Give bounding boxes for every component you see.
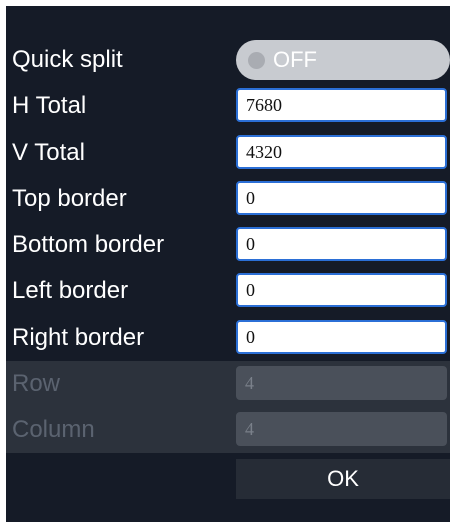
quick-split-toggle[interactable]: OFF bbox=[236, 40, 450, 80]
left-border-input[interactable] bbox=[236, 273, 447, 307]
top-border-input[interactable] bbox=[236, 181, 447, 215]
ok-button[interactable]: OK bbox=[236, 459, 450, 499]
bottom-border-label: Bottom border bbox=[12, 231, 165, 258]
v-total-label: V Total bbox=[12, 139, 85, 166]
column-count-label: Column bbox=[12, 416, 95, 443]
left-border-label: Left border bbox=[12, 277, 129, 304]
quick-split-label: Quick split bbox=[12, 46, 123, 73]
row-count-input bbox=[236, 366, 447, 400]
right-border-label: Right border bbox=[12, 324, 145, 351]
toggle-knob-icon bbox=[248, 52, 265, 69]
right-border-input[interactable] bbox=[236, 320, 447, 354]
right-border-row: Right border bbox=[6, 315, 450, 361]
h-total-label: H Total bbox=[12, 92, 87, 119]
row-count-row: Row bbox=[6, 361, 450, 407]
column-count-row: Column bbox=[6, 407, 450, 453]
top-border-row: Top border bbox=[6, 176, 450, 222]
bottom-border-input[interactable] bbox=[236, 227, 447, 261]
toggle-state-label: OFF bbox=[273, 47, 317, 72]
bottom-border-row: Bottom border bbox=[6, 222, 450, 268]
top-border-label: Top border bbox=[12, 185, 127, 212]
split-settings-panel: Quick split OFF H Total V Total Top bord… bbox=[6, 6, 450, 522]
column-count-input bbox=[236, 412, 447, 446]
left-border-row: Left border bbox=[6, 268, 450, 314]
h-total-row: H Total bbox=[6, 83, 450, 129]
v-total-input[interactable] bbox=[236, 135, 447, 169]
row-count-label: Row bbox=[12, 370, 61, 397]
h-total-input[interactable] bbox=[236, 88, 447, 122]
v-total-row: V Total bbox=[6, 130, 450, 176]
